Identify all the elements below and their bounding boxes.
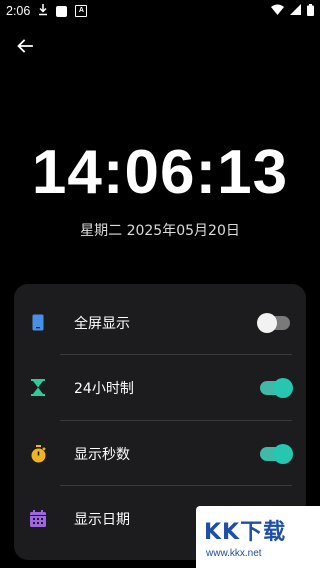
- signal-icon: [290, 4, 301, 18]
- toggle-knob: [273, 377, 293, 398]
- toggle-knob: [257, 312, 277, 333]
- watermark-logo: KK下载: [204, 520, 287, 545]
- setting-row-seconds[interactable]: 显示秒数: [14, 421, 306, 486]
- arrow-left-icon: [17, 39, 33, 53]
- calendar-icon: [28, 509, 48, 529]
- watermark: KK下载 www.kkx.net: [196, 506, 320, 568]
- hourglass-icon: [28, 378, 48, 398]
- wifi-icon: [271, 4, 284, 18]
- setting-label-date: 显示日期: [74, 511, 130, 528]
- clock-time: 14:06:13: [31, 138, 289, 207]
- watermark-url: www.kkx.net: [206, 548, 262, 559]
- status-bar: 2:06 A: [0, 0, 320, 22]
- download-icon: [38, 3, 48, 19]
- phone-icon: [28, 313, 48, 333]
- setting-label-seconds: 显示秒数: [74, 446, 130, 463]
- font-notification-icon: A: [75, 5, 88, 17]
- setting-row-24hour[interactable]: 24小时制: [14, 355, 306, 420]
- setting-label-24hour: 24小时制: [74, 380, 134, 397]
- battery-icon: [307, 3, 314, 19]
- toggle-seconds[interactable]: [260, 443, 293, 464]
- status-left: 2:06 A: [6, 3, 88, 19]
- setting-row-fullscreen[interactable]: 全屏显示: [14, 290, 306, 355]
- setting-label-fullscreen: 全屏显示: [74, 315, 130, 332]
- clock-date: 星期二 2025年05月20日: [80, 223, 240, 239]
- toggle-24hour[interactable]: [260, 377, 293, 398]
- status-time: 2:06: [6, 4, 31, 18]
- app-notification-icon: [56, 5, 68, 17]
- back-button[interactable]: [14, 35, 36, 57]
- screen: 2:06 A 14:06:13 星期二 2025年05月20日 全屏显示 24小…: [0, 0, 320, 568]
- toggle-knob: [273, 443, 293, 464]
- toggle-fullscreen[interactable]: [257, 312, 290, 333]
- stopwatch-icon: [28, 444, 48, 464]
- status-right: [271, 3, 314, 19]
